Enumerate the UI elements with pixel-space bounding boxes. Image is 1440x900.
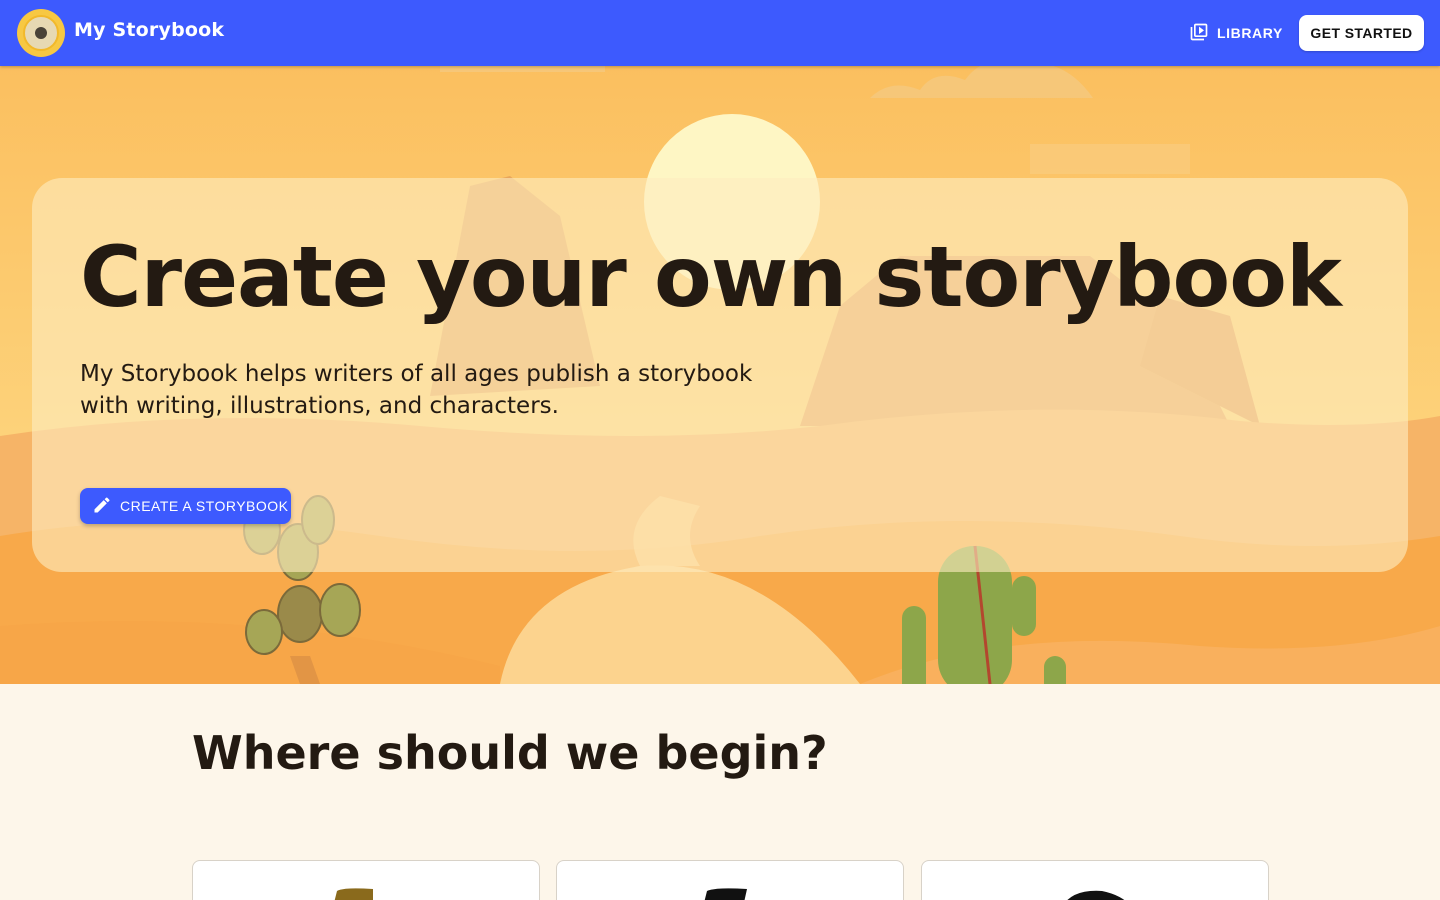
brand-name[interactable]: My Storybook (74, 19, 224, 41)
starter-card[interactable] (556, 860, 904, 900)
hero-subtitle: My Storybook helps writers of all ages p… (80, 361, 753, 419)
starter-cards (192, 860, 1269, 900)
library-label: LIBRARY (1217, 25, 1283, 41)
scroll-icon (704, 888, 747, 900)
hero-section: Create your own storybook My Storybook h… (0, 66, 1440, 684)
hero-title: Create your own storybook (80, 228, 1342, 326)
hero-card: Create your own storybook My Storybook h… (32, 178, 1408, 572)
app-header: My Storybook LIBRARY GET STARTED (0, 0, 1440, 66)
section-title: Where should we begin? (192, 726, 828, 780)
sunflower-logo-icon[interactable] (16, 8, 66, 58)
get-started-button[interactable]: GET STARTED (1299, 15, 1424, 51)
starter-card[interactable] (921, 860, 1269, 900)
create-storybook-button[interactable]: CREATE A STORYBOOK (80, 488, 291, 524)
starter-card[interactable] (192, 860, 540, 900)
library-button[interactable]: LIBRARY (1180, 16, 1286, 50)
library-books-icon (1189, 22, 1209, 45)
book-icon (334, 888, 373, 900)
character-icon (1067, 890, 1125, 900)
pencil-icon (92, 495, 112, 518)
create-storybook-label: CREATE A STORYBOOK (120, 498, 289, 514)
